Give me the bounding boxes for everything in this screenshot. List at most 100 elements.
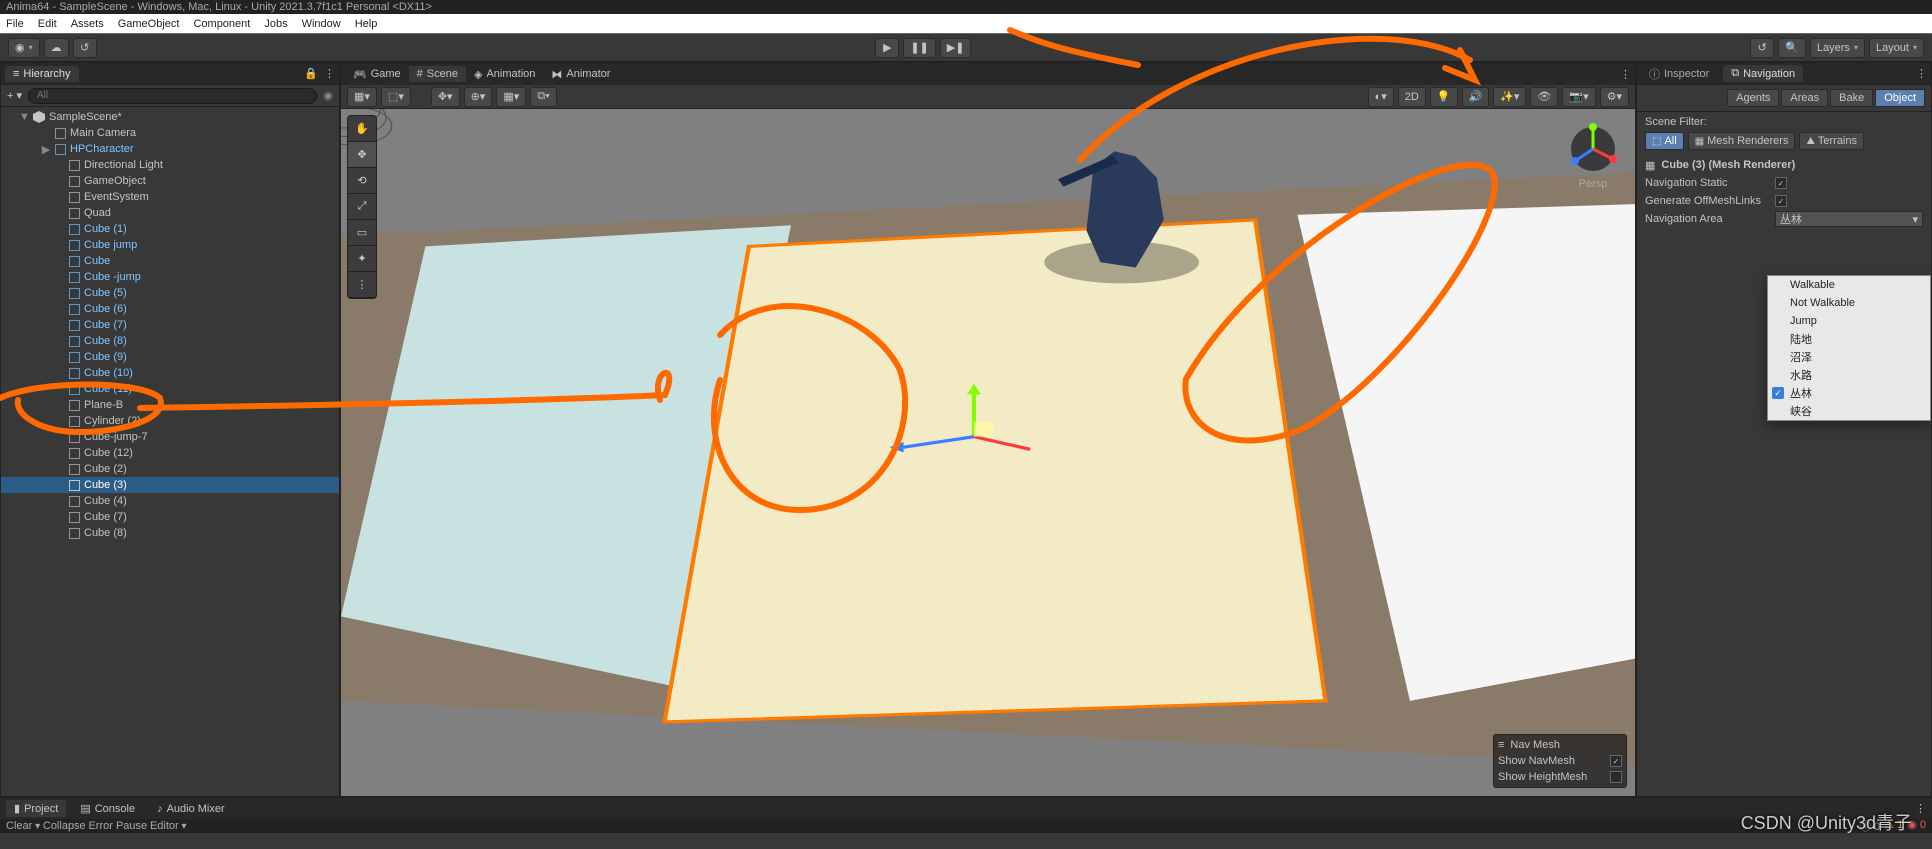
layout-dropdown[interactable]: Layout xyxy=(1869,38,1924,58)
layers-dropdown[interactable]: Layers xyxy=(1810,38,1865,58)
nav-area-option[interactable]: 丛林 xyxy=(1768,384,1930,402)
inspector-tab[interactable]: ⓘ Inspector xyxy=(1641,64,1717,84)
hierarchy-item[interactable]: Cube (7) xyxy=(1,509,339,525)
hierarchy-tab[interactable]: ≡ Hierarchy xyxy=(5,66,79,82)
search-toolbar-button[interactable]: 🔍 xyxy=(1778,38,1806,58)
tab-scene[interactable]: # Scene xyxy=(409,66,466,82)
menu-file[interactable]: File xyxy=(6,18,24,30)
tab-game[interactable]: 🎮 Game xyxy=(345,66,409,83)
tool-hand[interactable]: ✋ xyxy=(348,116,376,142)
tool-custom[interactable]: ⋮ xyxy=(348,272,376,298)
vp-shading-dropdown[interactable]: ▦▾ xyxy=(347,87,377,107)
hierarchy-item[interactable]: Cube (10) xyxy=(1,365,339,381)
vp-camera-button[interactable]: 📷▾ xyxy=(1562,87,1595,107)
vp-draw-dropdown[interactable]: ⬚▾ xyxy=(381,87,411,107)
menu-jobs[interactable]: Jobs xyxy=(264,18,287,30)
step-button[interactable]: ▶❚ xyxy=(940,38,972,58)
tab-animator[interactable]: ⧓ Animator xyxy=(543,66,618,83)
nav-bake-tab[interactable]: Bake xyxy=(1830,89,1873,107)
nav-area-option[interactable]: Walkable xyxy=(1768,276,1930,294)
status-info-icon[interactable]: ⓘ 0 xyxy=(1860,818,1880,834)
hierarchy-item[interactable]: GameObject xyxy=(1,173,339,189)
hierarchy-item[interactable]: Cube (5) xyxy=(1,285,339,301)
undo-history-button[interactable]: ↺ xyxy=(1750,38,1774,58)
filter-terrain[interactable]: ⛰ Terrains xyxy=(1799,132,1864,150)
tool-move[interactable]: ✥ xyxy=(348,142,376,168)
nav-static-checkbox[interactable]: ✓ xyxy=(1775,177,1787,189)
hierarchy-item[interactable]: Cube (4) xyxy=(1,493,339,509)
status-collapse[interactable]: Collapse xyxy=(43,820,86,832)
hierarchy-filter-icon[interactable]: ◉ xyxy=(323,89,333,102)
hierarchy-item[interactable]: Cube (11) xyxy=(1,381,339,397)
vp-effects-button[interactable]: ◐▾ xyxy=(1368,87,1394,107)
scene-3d-viewport[interactable]: ✋ ✥ ⟲ ⤢ ▭ ✦ ⋮ Persp ≡ Nav Mesh Show NavM… xyxy=(341,109,1635,796)
nav-area-option[interactable]: Jump xyxy=(1768,312,1930,330)
hierarchy-search-input[interactable] xyxy=(28,88,317,104)
status-clear[interactable]: Clear xyxy=(6,820,32,832)
nav-object-tab[interactable]: Object xyxy=(1875,89,1925,107)
hierarchy-lock-icon[interactable]: 🔒 xyxy=(304,67,318,80)
menu-help[interactable]: Help xyxy=(355,18,378,30)
nav-area-option[interactable]: 水路 xyxy=(1768,366,1930,384)
hierarchy-item[interactable]: Directional Light xyxy=(1,157,339,173)
vp-hidden-button[interactable]: 👁 xyxy=(1530,87,1558,107)
show-hm-checkbox[interactable] xyxy=(1610,771,1622,783)
menu-component[interactable]: Component xyxy=(193,18,250,30)
tab-console[interactable]: ▤ Console xyxy=(72,800,143,817)
menu-gameobject[interactable]: GameObject xyxy=(118,18,180,30)
vp-audio-button[interactable]: 🔊 xyxy=(1462,87,1490,107)
nav-area-option[interactable]: Not Walkable xyxy=(1768,294,1930,312)
vp-local-button[interactable]: ⊕▾ xyxy=(464,87,493,107)
navigation-tab[interactable]: ⧉ Navigation xyxy=(1723,65,1803,82)
vp-gizmos-button[interactable]: ⚙▾ xyxy=(1600,87,1629,107)
status-editor[interactable]: Editor xyxy=(150,820,179,832)
hierarchy-item[interactable]: Cube (1) xyxy=(1,221,339,237)
nav-area-option[interactable]: 沼泽 xyxy=(1768,348,1930,366)
bottom-menu-icon[interactable]: ⋮ xyxy=(1915,802,1926,815)
vp-pivot-button[interactable]: ✥▾ xyxy=(431,87,460,107)
hierarchy-item[interactable]: Cube (9) xyxy=(1,349,339,365)
vp-snap-button[interactable]: ⧉▾ xyxy=(530,87,556,107)
hierarchy-item[interactable]: Cube xyxy=(1,253,339,269)
tool-rect[interactable]: ▭ xyxy=(348,220,376,246)
gen-links-checkbox[interactable]: ✓ xyxy=(1775,195,1787,207)
hierarchy-tree[interactable]: ▼ SampleScene* Main Camera▶HPCharacterDi… xyxy=(1,107,339,796)
hierarchy-item[interactable]: Cube-jump-7 xyxy=(1,429,339,445)
hierarchy-item[interactable]: Main Camera xyxy=(1,125,339,141)
scene-root[interactable]: ▼ SampleScene* xyxy=(1,109,339,125)
show-navmesh-checkbox[interactable]: ✓ xyxy=(1610,755,1622,767)
nav-agents-tab[interactable]: Agents xyxy=(1727,89,1779,107)
orientation-gizmo[interactable]: Persp xyxy=(1563,121,1623,191)
tab-project[interactable]: ▮ Project xyxy=(6,800,66,817)
nav-area-option[interactable]: 峡谷 xyxy=(1768,402,1930,420)
hierarchy-item[interactable]: Cube (12) xyxy=(1,445,339,461)
nav-area-dropdown-popup[interactable]: WalkableNot WalkableJump陆地沼泽水路丛林峡谷 xyxy=(1767,275,1931,421)
filter-all[interactable]: ⬚ All xyxy=(1645,132,1684,150)
tab-animation[interactable]: ◈ Animation xyxy=(466,66,543,83)
hierarchy-item[interactable]: EventSystem xyxy=(1,189,339,205)
viewport-menu-icon[interactable]: ⋮ xyxy=(1620,68,1631,81)
hierarchy-item[interactable]: Cube (8) xyxy=(1,333,339,349)
navmesh-overlay[interactable]: ≡ Nav Mesh Show NavMesh✓ Show HeightMesh xyxy=(1493,734,1627,788)
hierarchy-add-button[interactable]: + ▾ xyxy=(7,89,22,102)
status-warn-icon[interactable]: ⚠ 1 xyxy=(1884,818,1903,834)
hierarchy-item[interactable]: ▶HPCharacter xyxy=(1,141,339,157)
inspector-menu-icon[interactable]: ⋮ xyxy=(1916,67,1927,80)
status-error-icon[interactable]: ◉ 0 xyxy=(1907,818,1926,834)
filter-mesh[interactable]: ▦ Mesh Renderers xyxy=(1688,132,1796,150)
nav-area-option[interactable]: 陆地 xyxy=(1768,330,1930,348)
hierarchy-item[interactable]: Cube (2) xyxy=(1,461,339,477)
tab-audio[interactable]: ♪ Audio Mixer xyxy=(149,801,233,817)
pause-button[interactable]: ❚❚ xyxy=(903,38,935,58)
hierarchy-item[interactable]: Cylinder (2) xyxy=(1,413,339,429)
play-button[interactable]: ▶ xyxy=(875,38,899,58)
tool-scale[interactable]: ⤢ xyxy=(348,194,376,220)
vp-fx-button[interactable]: ✨▾ xyxy=(1493,87,1526,107)
account-dropdown[interactable]: ◉ xyxy=(8,38,40,58)
tool-rotate[interactable]: ⟲ xyxy=(348,168,376,194)
vp-grid-button[interactable]: ▦▾ xyxy=(496,87,526,107)
tool-transform[interactable]: ✦ xyxy=(348,246,376,272)
menu-window[interactable]: Window xyxy=(302,18,341,30)
history-button[interactable]: ↺ xyxy=(73,38,97,58)
nav-areas-tab[interactable]: Areas xyxy=(1781,89,1828,107)
